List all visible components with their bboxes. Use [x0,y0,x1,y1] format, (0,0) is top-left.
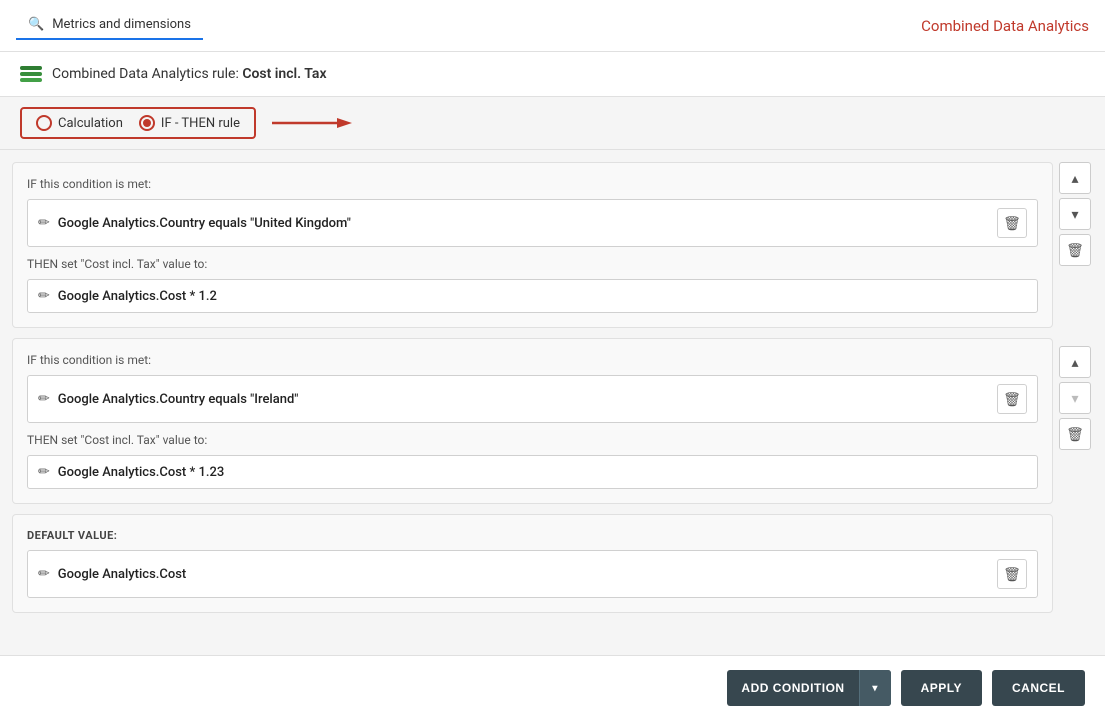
apply-button[interactable]: APPLY [901,670,982,706]
search-icon: 🔍 [28,17,44,32]
radio-circle-calculation [36,115,52,131]
move-up-1-button[interactable]: ▴ [1059,162,1091,194]
main-content: IF this condition is met: ✏ Google Analy… [0,150,1105,655]
condition-text-if-2: Google Analytics.Country equals "Ireland… [58,392,989,407]
arrow-indicator [272,113,352,133]
tab-label: Metrics and dimensions [52,17,191,32]
footer: ADD CONDITION ▾ APPLY CANCEL [0,655,1105,720]
condition-row-if-1: ✏ Google Analytics.Country equals "Unite… [27,199,1038,247]
radio-box: Calculation IF - THEN rule [20,107,256,139]
stack-icon [20,66,42,82]
condition-row-default: ✏ Google Analytics.Cost 🗑 [27,550,1038,598]
default-block: DEFAULT VALUE: ✏ Google Analytics.Cost 🗑 [12,514,1053,613]
then-label-1: THEN set "Cost incl. Tax" value to: [27,257,1038,271]
top-bar: 🔍 Metrics and dimensions Combined Data A… [0,0,1105,52]
condition-row-then-1: ✏ Google Analytics.Cost * 1.2 [27,279,1038,313]
rule-label: Combined Data Analytics rule: Cost incl.… [52,66,327,82]
condition-text-if-1: Google Analytics.Country equals "United … [58,216,989,231]
condition-text-then-2: Google Analytics.Cost * 1.23 [58,465,1027,480]
radio-label-calculation: Calculation [58,116,123,131]
condition-block-1: IF this condition is met: ✏ Google Analy… [12,162,1053,328]
radio-circle-if-then [139,115,155,131]
default-label: DEFAULT VALUE: [27,529,1038,542]
radio-group: Calculation IF - THEN rule [0,97,1105,150]
add-condition-dropdown-icon[interactable]: ▾ [859,670,891,706]
add-condition-label: ADD CONDITION [727,681,858,695]
if-label-1: IF this condition is met: [27,177,1038,191]
move-up-2-button[interactable]: ▴ [1059,346,1091,378]
delete-if-2-button[interactable]: 🗑 [997,384,1027,414]
if-label-2: IF this condition is met: [27,353,1038,367]
condition-text-default: Google Analytics.Cost [58,567,989,582]
condition-row-then-2: ✏ Google Analytics.Cost * 1.23 [27,455,1038,489]
rule-name: Cost incl. Tax [242,66,326,82]
edit-icon-default[interactable]: ✏ [38,566,50,582]
delete-if-1-button[interactable]: 🗑 [997,208,1027,238]
edit-icon-if-2[interactable]: ✏ [38,391,50,407]
side-group-2: ▴ ▾ 🗑 [1059,346,1099,450]
conditions-area: IF this condition is met: ✏ Google Analy… [0,150,1053,655]
rule-header: Combined Data Analytics rule: Cost incl.… [0,52,1105,97]
add-condition-button[interactable]: ADD CONDITION ▾ [727,670,890,706]
delete-group-1-button[interactable]: 🗑 [1059,234,1091,266]
then-label-2: THEN set "Cost incl. Tax" value to: [27,433,1038,447]
move-down-1-button[interactable]: ▾ [1059,198,1091,230]
condition-text-then-1: Google Analytics.Cost * 1.2 [58,289,1027,304]
radio-if-then[interactable]: IF - THEN rule [139,115,240,131]
move-down-2-button[interactable]: ▾ [1059,382,1091,414]
condition-block-2: IF this condition is met: ✏ Google Analy… [12,338,1053,504]
edit-icon-if-1[interactable]: ✏ [38,215,50,231]
side-group-1: ▴ ▾ 🗑 [1059,162,1099,266]
edit-icon-then-1[interactable]: ✏ [38,288,50,304]
metrics-tab[interactable]: 🔍 Metrics and dimensions [16,11,203,40]
side-controls: ▴ ▾ 🗑 ▴ ▾ 🗑 [1053,150,1105,655]
radio-label-if-then: IF - THEN rule [161,116,240,131]
delete-default-button[interactable]: 🗑 [997,559,1027,589]
condition-row-if-2: ✏ Google Analytics.Country equals "Irela… [27,375,1038,423]
radio-calculation[interactable]: Calculation [36,115,123,131]
edit-icon-then-2[interactable]: ✏ [38,464,50,480]
app-title: Combined Data Analytics [921,17,1089,35]
cancel-button[interactable]: CANCEL [992,670,1085,706]
delete-group-2-button[interactable]: 🗑 [1059,418,1091,450]
